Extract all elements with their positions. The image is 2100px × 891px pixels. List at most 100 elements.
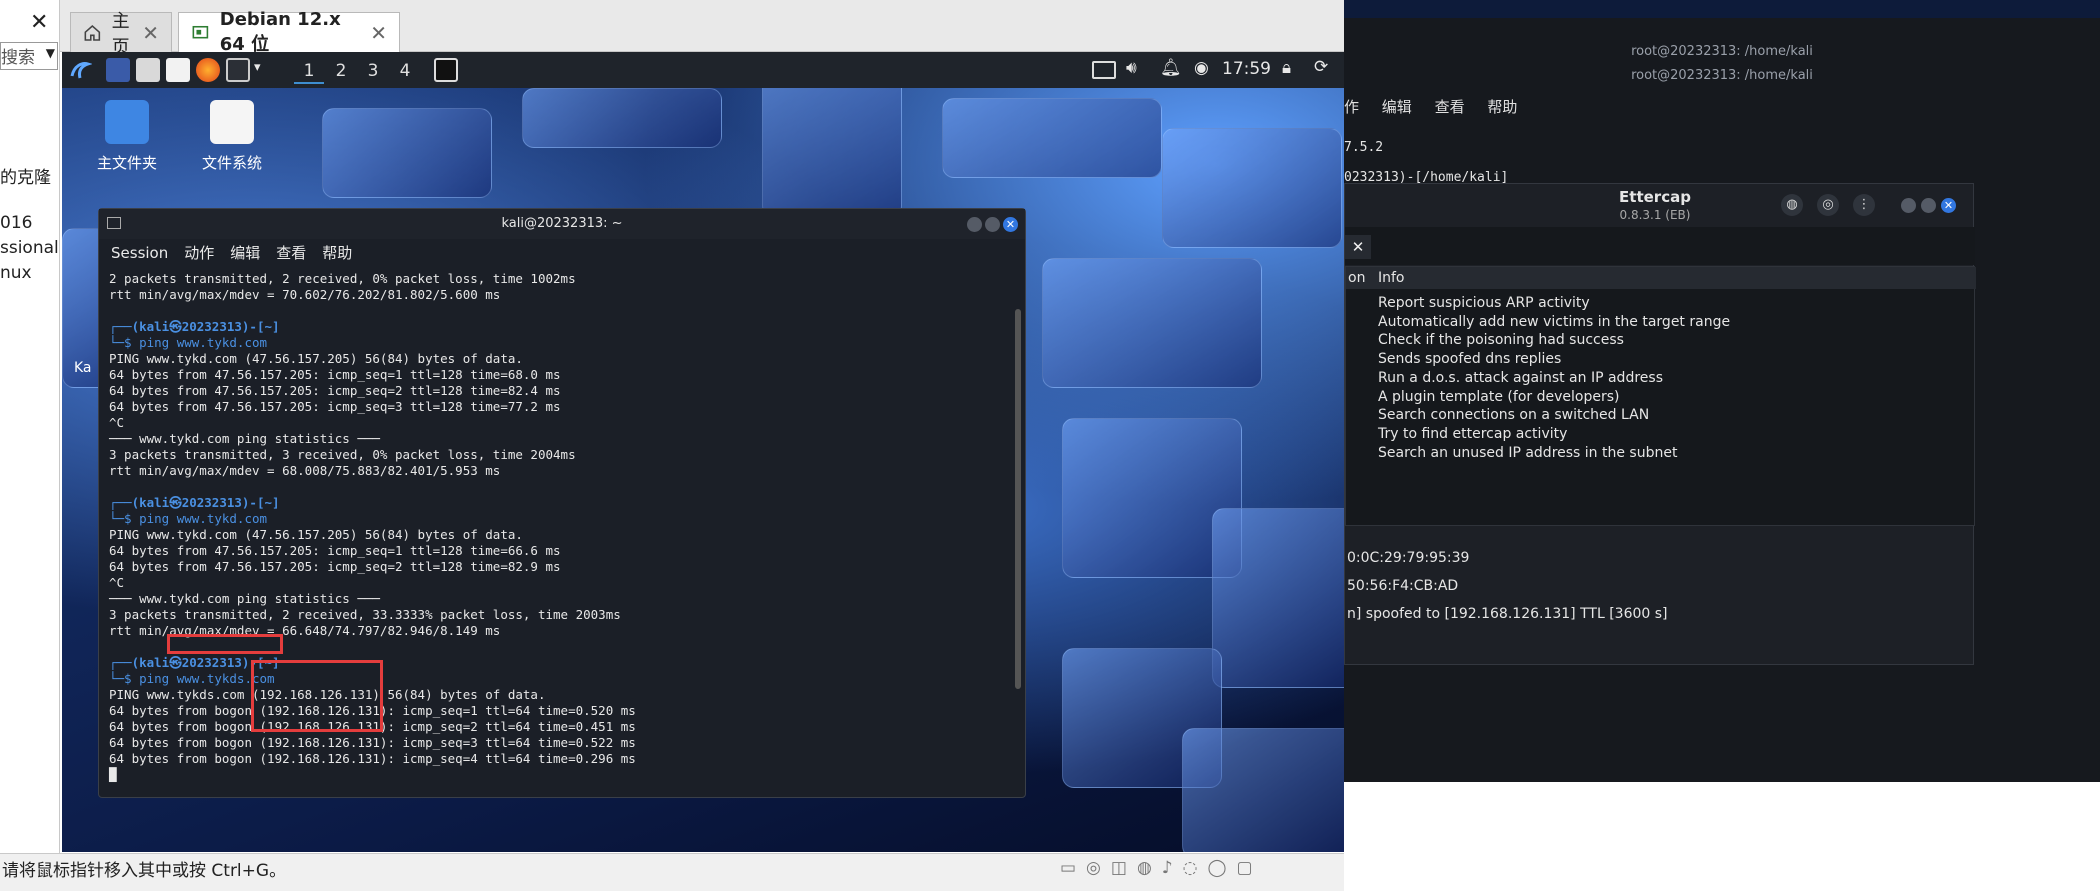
host-sidebar [0, 0, 60, 891]
workspace-3[interactable]: 3 [358, 58, 388, 84]
terminal-line: PING www.tykd.com (47.56.157.205) 56(84)… [109, 527, 523, 542]
terminal-line: 3 packets transmitted, 2 received, 33.33… [109, 607, 621, 622]
plugin-row[interactable]: Report suspicious ARP activity [1378, 295, 1590, 311]
home-folder-icon [105, 100, 149, 144]
host-search-field[interactable]: 搜索 ▼ [0, 42, 58, 70]
close-button[interactable]: ✕ [1003, 217, 1018, 232]
display-icon[interactable] [1092, 61, 1116, 79]
terminal-line: ─── www.tykd.com ping statistics ─── [109, 591, 380, 606]
menu-edit[interactable]: 编辑 [1382, 98, 1412, 116]
column-header[interactable]: on [1348, 267, 1365, 289]
show-desktop-icon[interactable] [106, 58, 130, 82]
tab-close-icon[interactable]: ✕ [142, 21, 159, 45]
terminal-line: 2 packets transmitted, 2 received, 0% pa… [109, 271, 576, 286]
menu-view[interactable]: 查看 [1435, 98, 1465, 116]
highlight-box-domain [167, 634, 283, 654]
close-button[interactable]: ✕ [1941, 198, 1956, 213]
vm-device-icons[interactable]: ▭◎◫◍♪◌◯▢ [1060, 858, 1263, 878]
tab-debian[interactable]: Debian 12.x 64 位 ✕ [178, 9, 400, 55]
plugin-row[interactable]: Sends spoofed dns replies [1378, 351, 1561, 367]
plugin-row[interactable]: Search an unused IP address in the subne… [1378, 445, 1677, 461]
maximize-button[interactable] [985, 217, 1000, 232]
plugin-row[interactable]: Search connections on a switched LAN [1378, 407, 1649, 423]
globe-icon[interactable]: ◍ [1781, 194, 1803, 216]
host-text-fragment: 的克隆 [0, 168, 51, 188]
vm-status-bar: 请将鼠标指针移入其中或按 Ctrl+G。 ▭◎◫◍♪◌◯▢ [0, 853, 1344, 891]
volume-icon[interactable]: 🔊︎ [1126, 58, 1137, 78]
vm-tab-bar: 主页 ✕ Debian 12.x 64 位 ✕ [60, 0, 1344, 58]
host-text-fragment: ssional [0, 238, 59, 258]
host-background-area [1344, 812, 2100, 891]
panel-clock[interactable]: 17:59 [1222, 59, 1271, 79]
menu-session[interactable]: Session [111, 239, 168, 267]
plugin-row[interactable]: Run a d.o.s. attack against an IP addres… [1378, 370, 1663, 386]
terminal-scrollbar[interactable] [1015, 309, 1021, 689]
terminal-taskbar-icon[interactable] [434, 58, 458, 82]
menu-help[interactable]: 帮助 [322, 239, 352, 267]
kali-terminal-line: 7.5.2 [1344, 140, 1384, 155]
desktop-icon-label: 主文件夹 [96, 154, 157, 172]
menu-view[interactable]: 查看 [276, 239, 306, 267]
workspace-1[interactable]: 1 [294, 58, 324, 84]
kali-top-panel: ▾ 1 2 3 4 🔊︎ 🔔︎ ◉ 17:59 🔒︎ ⟳ [62, 52, 1344, 88]
column-header-info[interactable]: Info [1378, 267, 1405, 289]
tab-close-icon[interactable]: ✕ [370, 21, 387, 45]
kali-terminal-menubar: 作 编辑 查看 帮助 [1344, 96, 1517, 117]
maximize-button[interactable] [1921, 198, 1936, 213]
terminal-line: rtt min/avg/max/mdev = 70.602/76.202/81.… [109, 287, 501, 302]
bell-icon[interactable]: 🔔︎ [1160, 58, 1182, 78]
target-icon[interactable]: ◎ [1817, 194, 1839, 216]
plugin-table[interactable]: on Info Report suspicious ARP activity Au… [1345, 266, 1976, 526]
terminal-line: ┌──(kali㉿20232313)-[~] [109, 655, 280, 670]
vm-icon [192, 25, 209, 38]
terminal-titlebar[interactable]: kali@20232313: ~ ✕ [99, 209, 1025, 239]
terminal-line: ┌──(kali㉿20232313)-[~] [109, 319, 280, 334]
log-line: 0:0C:29:79:95:39 [1347, 550, 1470, 566]
vm-status-hint: 请将鼠标指针移入其中或按 Ctrl+G。 [2, 861, 287, 881]
terminal-launcher-icon[interactable] [226, 58, 250, 82]
desktop-icon-filesystem[interactable]: 文件系统 [182, 100, 282, 173]
host-close-button[interactable]: ✕ [30, 10, 48, 35]
workspace-4[interactable]: 4 [390, 58, 420, 84]
tab-home-label: 主页 [111, 10, 130, 58]
firefox-icon[interactable] [196, 58, 220, 82]
kali-menu-icon[interactable] [68, 58, 92, 82]
plugin-row[interactable]: Automatically add new victims in the tar… [1378, 314, 1730, 330]
kebab-menu-icon[interactable]: ⋮ [1853, 194, 1875, 216]
text-editor-icon[interactable] [166, 58, 190, 82]
highlight-box-ip [251, 660, 383, 732]
minimize-button[interactable] [1901, 198, 1916, 213]
file-manager-icon[interactable] [136, 58, 160, 82]
host-text-fragment: 016 [0, 213, 33, 233]
menu-actions[interactable]: 作 [1344, 98, 1359, 116]
lock-icon[interactable]: 🔒︎ [1282, 58, 1291, 78]
tab-home[interactable]: 主页 ✕ [70, 11, 172, 58]
desktop-icon-home[interactable]: 主文件夹 [82, 100, 172, 173]
terminal-app-icon [107, 217, 121, 229]
host-text-fragment: nux [0, 263, 32, 283]
menu-edit[interactable]: 编辑 [230, 239, 260, 267]
terminal-line: 64 bytes from bogon (192.168.126.131): i… [109, 751, 636, 766]
plugin-row[interactable]: Check if the poisoning had success [1378, 332, 1624, 348]
chevron-down-icon[interactable]: ▾ [254, 60, 261, 75]
chevron-down-icon[interactable]: ▼ [46, 46, 55, 60]
plugin-row[interactable]: A plugin template (for developers) [1378, 389, 1619, 405]
plugin-row[interactable]: Try to find ettercap activity [1378, 426, 1567, 442]
terminal-line: rtt min/avg/max/mdev = 68.008/75.883/82.… [109, 463, 501, 478]
tab-close-icon[interactable]: ✕ [1345, 235, 1371, 259]
terminal-line: 3 packets transmitted, 3 received, 0% pa… [109, 447, 576, 462]
workspace-2[interactable]: 2 [326, 58, 356, 84]
terminal-window[interactable]: kali@20232313: ~ ✕ Session 动作 编辑 查看 帮助 2… [98, 208, 1026, 798]
menu-actions[interactable]: 动作 [184, 239, 214, 267]
ettercap-window[interactable]: Ettercap 0.8.3.1 (EB) ◍ ◎ ⋮ ✕ ✕ on Info … [1344, 183, 1976, 665]
terminal-line: 64 bytes from 47.56.157.205: icmp_seq=2 … [109, 559, 561, 574]
power-indicator-icon[interactable]: ◉ [1194, 58, 1209, 78]
terminal-line: └─$ ping www.tykds.com [109, 671, 275, 686]
logout-icon[interactable]: ⟳ [1314, 57, 1328, 77]
window-title: root@20232313: /home/kali [1631, 44, 1813, 59]
terminal-line: ^C [109, 415, 125, 430]
menu-help[interactable]: 帮助 [1487, 98, 1517, 116]
terminal-output[interactable]: 2 packets transmitted, 2 received, 0% pa… [109, 271, 1009, 791]
minimize-button[interactable] [967, 217, 982, 232]
